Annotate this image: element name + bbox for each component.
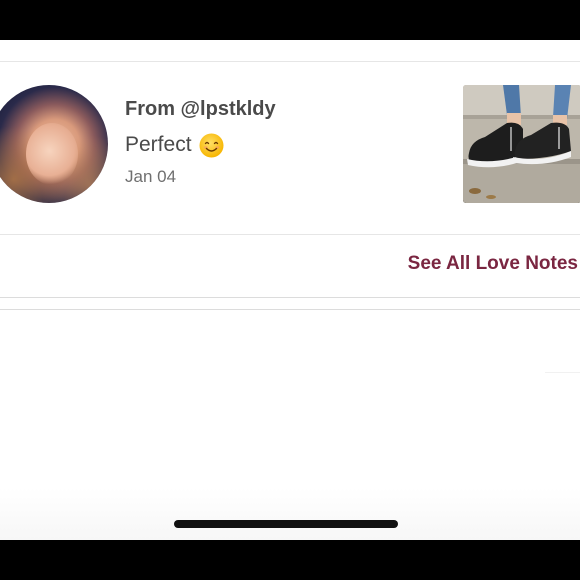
- letterbox-top: [0, 0, 580, 40]
- product-thumbnail[interactable]: [463, 85, 580, 203]
- love-note-text: From @lpstkldy Perfect Jan 04: [125, 96, 445, 190]
- see-all-love-notes-link[interactable]: See All Love Notes: [408, 252, 578, 276]
- avatar-face: [26, 123, 78, 185]
- love-note-from[interactable]: From @lpstkldy: [125, 96, 445, 122]
- faint-divider: [545, 372, 580, 373]
- letterbox-bottom: [0, 540, 580, 580]
- home-indicator[interactable]: [174, 520, 398, 528]
- love-note-message-row: Perfect: [125, 130, 445, 160]
- love-note-date: Jan 04: [125, 167, 177, 186]
- love-note-message: Perfect: [125, 133, 192, 156]
- bottom-fade: [0, 488, 580, 540]
- smiling-face-emoji-icon: [199, 133, 224, 158]
- section-separator: [0, 297, 580, 310]
- love-note-card[interactable]: From @lpstkldy Perfect Jan 04: [0, 64, 580, 232]
- avatar[interactable]: [0, 85, 108, 203]
- divider-middle: [0, 234, 580, 235]
- divider-top: [0, 61, 580, 62]
